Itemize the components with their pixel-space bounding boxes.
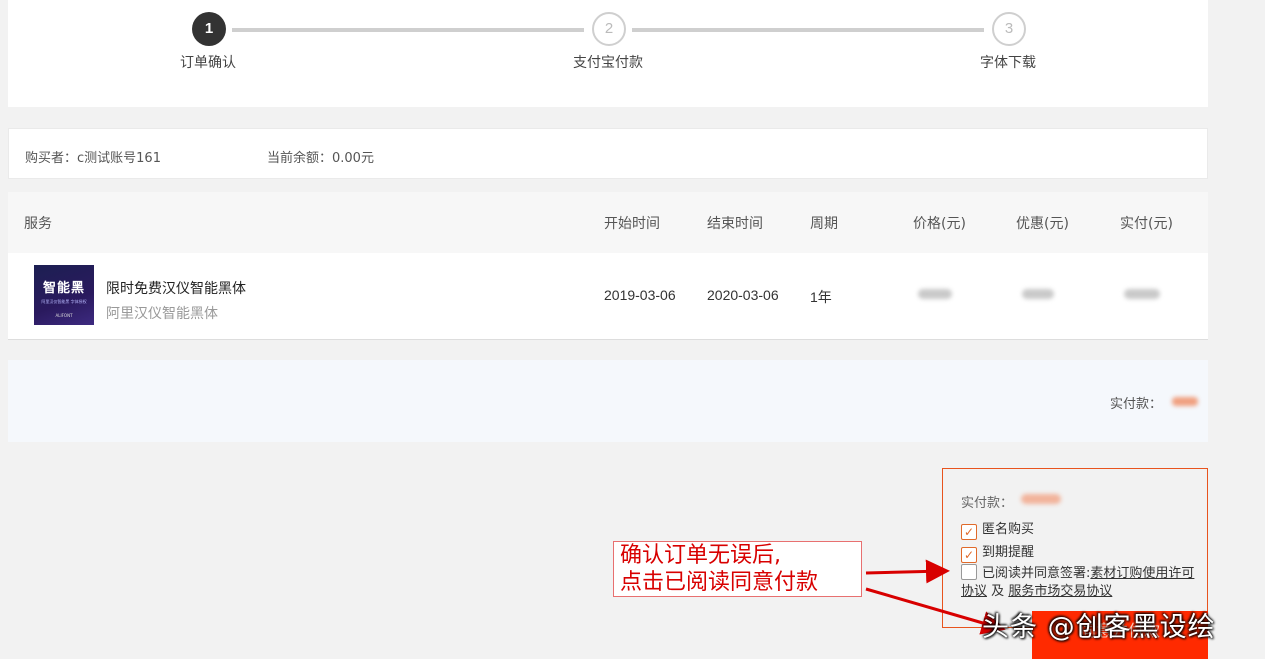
- annotation-line-1: 确认订单无误后,: [620, 543, 781, 568]
- trade-agreement-link[interactable]: 服务市场交易协议: [1008, 584, 1112, 599]
- header-service: 服务: [24, 216, 52, 232]
- reminder-option[interactable]: ✓ 到期提醒: [961, 541, 1034, 563]
- header-start: 开始时间: [604, 216, 660, 232]
- summary-paid-blurred: [1172, 397, 1198, 406]
- watermark-text: 头条 @创客黑设绘: [982, 612, 1216, 643]
- agreement-prefix: 已阅读并同意签署:: [982, 566, 1091, 581]
- thumbnail-subtitle: 阿里汉仪智能黑 字体授权: [41, 299, 87, 304]
- confirm-paid-blurred: [1021, 494, 1061, 504]
- step-3-circle: 3: [992, 12, 1026, 46]
- step-1-circle: 1: [192, 12, 226, 46]
- header-price: 价格(元): [913, 216, 966, 232]
- header-period: 周期: [810, 216, 838, 232]
- header-paid: 实付(元): [1120, 216, 1173, 232]
- end-date: 2020-03-06: [707, 287, 779, 303]
- buyer-name: 购买者：c测试账号161: [25, 151, 161, 166]
- paid-value-blurred: [1124, 289, 1160, 299]
- arrow-to-checkbox: [865, 559, 950, 584]
- order-summary: 实付款：: [8, 360, 1208, 442]
- step-2-circle: 2: [592, 12, 626, 46]
- order-steps: 1 2 3 订单确认 支付宝付款 字体下载: [8, 0, 1208, 107]
- thumbnail-brand: ALIFONT: [55, 313, 73, 318]
- table-header: 服务 开始时间 结束时间 周期 价格(元) 优惠(元) 实付(元): [8, 192, 1208, 253]
- annotation-line-2: 点击已阅读同意付款: [620, 570, 819, 595]
- buyer-info: 购买者：c测试账号161 当前余额：0.00元: [8, 128, 1208, 179]
- anonymous-option[interactable]: ✓ 匿名购买: [961, 518, 1034, 540]
- annotation-callout: 确认订单无误后, 点击已阅读同意付款: [613, 541, 862, 597]
- header-discount: 优惠(元): [1016, 216, 1069, 232]
- summary-paid-label: 实付款：: [1109, 397, 1162, 412]
- step-3-label: 字体下载: [980, 55, 1036, 71]
- step-1-label: 订单确认: [180, 55, 236, 71]
- confirm-paid-label: 实付款：: [961, 496, 1014, 511]
- period: 1年: [810, 289, 832, 305]
- header-end: 结束时间: [707, 216, 763, 232]
- step-2-label: 支付宝付款: [573, 55, 643, 71]
- current-balance: 当前余额：0.00元: [267, 151, 374, 166]
- reminder-label: 到期提醒: [982, 545, 1035, 560]
- agreement-checkbox[interactable]: [961, 564, 977, 580]
- anonymous-checkbox[interactable]: ✓: [961, 524, 977, 540]
- product-name[interactable]: 限时免费汉仪智能黑体: [106, 278, 246, 298]
- agreement-and: 及: [991, 584, 1005, 599]
- discount-value-blurred: [1022, 289, 1054, 299]
- product-subname: 阿里汉仪智能黑体: [106, 306, 218, 322]
- product-thumbnail: 智能黑 阿里汉仪智能黑 字体授权 ALIFONT: [34, 265, 94, 325]
- price-value-blurred: [918, 289, 952, 299]
- order-table: 服务 开始时间 结束时间 周期 价格(元) 优惠(元) 实付(元) 智能黑 阿里…: [8, 192, 1208, 340]
- agreement-option[interactable]: 已阅读并同意签署:素材订购使用许可协议 及 服务市场交易协议: [961, 564, 1201, 601]
- start-date: 2019-03-06: [604, 287, 676, 303]
- step-connector: [632, 28, 984, 32]
- anonymous-label: 匿名购买: [982, 522, 1035, 537]
- step-connector: [232, 28, 584, 32]
- reminder-checkbox[interactable]: ✓: [961, 547, 977, 563]
- thumbnail-title: 智能黑: [42, 281, 85, 296]
- confirm-panel: 实付款： ✓ 匿名购买 ✓ 到期提醒 已阅读并同意签署:素材订购使用许可协议 及 服…: [942, 468, 1208, 628]
